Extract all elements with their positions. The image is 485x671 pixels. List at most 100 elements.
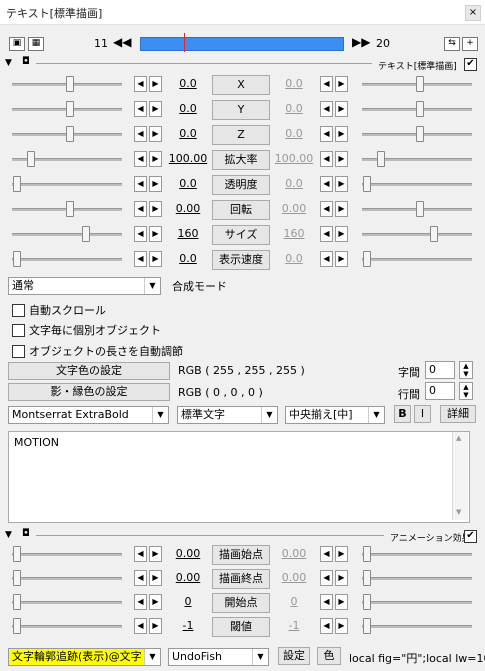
decrement-button[interactable]: ◀ xyxy=(320,151,333,167)
param-button[interactable]: 表示速度 xyxy=(212,250,270,270)
end-slider[interactable] xyxy=(362,183,472,186)
increment-button[interactable]: ▶ xyxy=(335,594,348,610)
decrement-button[interactable]: ◀ xyxy=(134,76,147,92)
start-slider[interactable] xyxy=(12,553,122,556)
end-value[interactable]: 0.00 xyxy=(274,571,314,584)
increment-button[interactable]: ▶ xyxy=(335,101,348,117)
bold-button[interactable]: B xyxy=(394,405,411,423)
start-slider[interactable] xyxy=(12,625,122,628)
line-spacing-input[interactable]: 0 xyxy=(425,382,455,400)
timeline-bar[interactable] xyxy=(140,37,344,51)
increment-button[interactable]: ▶ xyxy=(335,570,348,586)
param-button[interactable]: 開始点 xyxy=(212,593,270,613)
start-slider-thumb[interactable] xyxy=(66,126,74,142)
rewind-button[interactable]: ◀◀ xyxy=(113,35,131,49)
end-value[interactable]: 160 xyxy=(274,227,314,240)
end-slider[interactable] xyxy=(362,233,472,236)
increment-button[interactable]: ▶ xyxy=(335,176,348,192)
increment-button[interactable]: ▶ xyxy=(149,251,162,267)
end-slider-thumb[interactable] xyxy=(416,201,424,217)
end-value[interactable]: 0.0 xyxy=(274,77,314,90)
decrement-button[interactable]: ◀ xyxy=(320,226,333,242)
end-slider-thumb[interactable] xyxy=(363,251,371,267)
param-button[interactable]: 描画始点 xyxy=(212,545,270,565)
start-slider-thumb[interactable] xyxy=(13,546,21,562)
end-slider-thumb[interactable] xyxy=(430,226,438,242)
start-value[interactable]: 0.0 xyxy=(168,102,208,115)
end-value[interactable]: 0.00 xyxy=(274,202,314,215)
increment-button[interactable]: ▶ xyxy=(149,201,162,217)
close-button[interactable]: × xyxy=(465,5,481,21)
end-slider-thumb[interactable] xyxy=(377,151,385,167)
end-slider-thumb[interactable] xyxy=(363,176,371,192)
char-spacing-input[interactable]: 0 xyxy=(425,361,455,379)
char-spacing-spinner[interactable]: ▲ ▼ xyxy=(459,361,473,379)
increment-button[interactable]: ▶ xyxy=(149,618,162,634)
increment-button[interactable]: ▶ xyxy=(149,570,162,586)
decrement-button[interactable]: ◀ xyxy=(134,151,147,167)
decrement-button[interactable]: ◀ xyxy=(320,594,333,610)
increment-button[interactable]: ▶ xyxy=(335,546,348,562)
start-value[interactable]: -1 xyxy=(168,619,208,632)
end-slider-thumb[interactable] xyxy=(416,76,424,92)
increment-button[interactable]: ▶ xyxy=(149,594,162,610)
text-color-button[interactable]: 文字色の設定 xyxy=(8,362,170,380)
collapse-icon[interactable]: ▼ xyxy=(5,530,12,540)
decrement-button[interactable]: ◀ xyxy=(134,201,147,217)
increment-button[interactable]: ▶ xyxy=(335,618,348,634)
decrement-button[interactable]: ◀ xyxy=(320,251,333,267)
auto-length-checkbox[interactable] xyxy=(12,345,25,358)
font-style-select[interactable]: 標準文字 ▼ xyxy=(177,406,278,424)
param-button[interactable]: 描画終点 xyxy=(212,569,270,589)
decrement-button[interactable]: ◀ xyxy=(320,618,333,634)
auto-scroll-checkbox[interactable] xyxy=(12,304,25,317)
increment-button[interactable]: ▶ xyxy=(149,101,162,117)
start-value[interactable]: 100.00 xyxy=(168,152,208,165)
decrement-button[interactable]: ◀ xyxy=(134,594,147,610)
section-checkbox[interactable]: ✔ xyxy=(464,58,477,71)
increment-button[interactable]: ▶ xyxy=(149,76,162,92)
end-slider[interactable] xyxy=(362,258,472,261)
decrement-button[interactable]: ◀ xyxy=(320,546,333,562)
end-value[interactable]: 0.00 xyxy=(274,547,314,560)
settings-button[interactable]: 設定 xyxy=(278,647,310,665)
param-button[interactable]: X xyxy=(212,75,270,95)
decrement-button[interactable]: ◀ xyxy=(134,226,147,242)
start-value[interactable]: 0.00 xyxy=(168,202,208,215)
detail-button[interactable]: 詳細 xyxy=(440,405,476,423)
start-slider-thumb[interactable] xyxy=(13,594,21,610)
param-button[interactable]: 閾値 xyxy=(212,617,270,637)
start-value[interactable]: 0.00 xyxy=(168,547,208,560)
increment-button[interactable]: ▶ xyxy=(335,151,348,167)
decrement-button[interactable]: ◀ xyxy=(320,570,333,586)
end-value[interactable]: -1 xyxy=(274,619,314,632)
end-value[interactable]: 0.0 xyxy=(274,102,314,115)
font-family-select[interactable]: Montserrat ExtraBold ▼ xyxy=(8,406,169,424)
script-code[interactable]: local fig="円";local lw=10 xyxy=(349,650,485,666)
start-slider-thumb[interactable] xyxy=(13,570,21,586)
increment-button[interactable]: ▶ xyxy=(149,126,162,142)
decrement-button[interactable]: ◀ xyxy=(134,618,147,634)
start-value[interactable]: 0.00 xyxy=(168,571,208,584)
timeline-cursor[interactable] xyxy=(184,33,185,52)
decrement-button[interactable]: ◀ xyxy=(134,176,147,192)
end-slider[interactable] xyxy=(362,553,472,556)
param-button[interactable]: 透明度 xyxy=(212,175,270,195)
end-slider-thumb[interactable] xyxy=(363,618,371,634)
decrement-button[interactable]: ◀ xyxy=(320,126,333,142)
shadow-color-button[interactable]: 影・縁色の設定 xyxy=(8,383,170,401)
end-slider[interactable] xyxy=(362,625,472,628)
increment-button[interactable]: ▶ xyxy=(335,226,348,242)
increment-button[interactable]: ▶ xyxy=(335,76,348,92)
text-scrollbar[interactable]: ▲ ▼ xyxy=(452,432,468,520)
decrement-button[interactable]: ◀ xyxy=(134,251,147,267)
decrement-button[interactable]: ◀ xyxy=(134,126,147,142)
start-slider-thumb[interactable] xyxy=(66,76,74,92)
end-slider[interactable] xyxy=(362,577,472,580)
start-slider-thumb[interactable] xyxy=(66,101,74,117)
start-slider-thumb[interactable] xyxy=(13,251,21,267)
text-input[interactable]: MOTION xyxy=(8,431,470,523)
start-value[interactable]: 0.0 xyxy=(168,252,208,265)
end-value[interactable]: 0.0 xyxy=(274,252,314,265)
start-slider[interactable] xyxy=(12,258,122,261)
